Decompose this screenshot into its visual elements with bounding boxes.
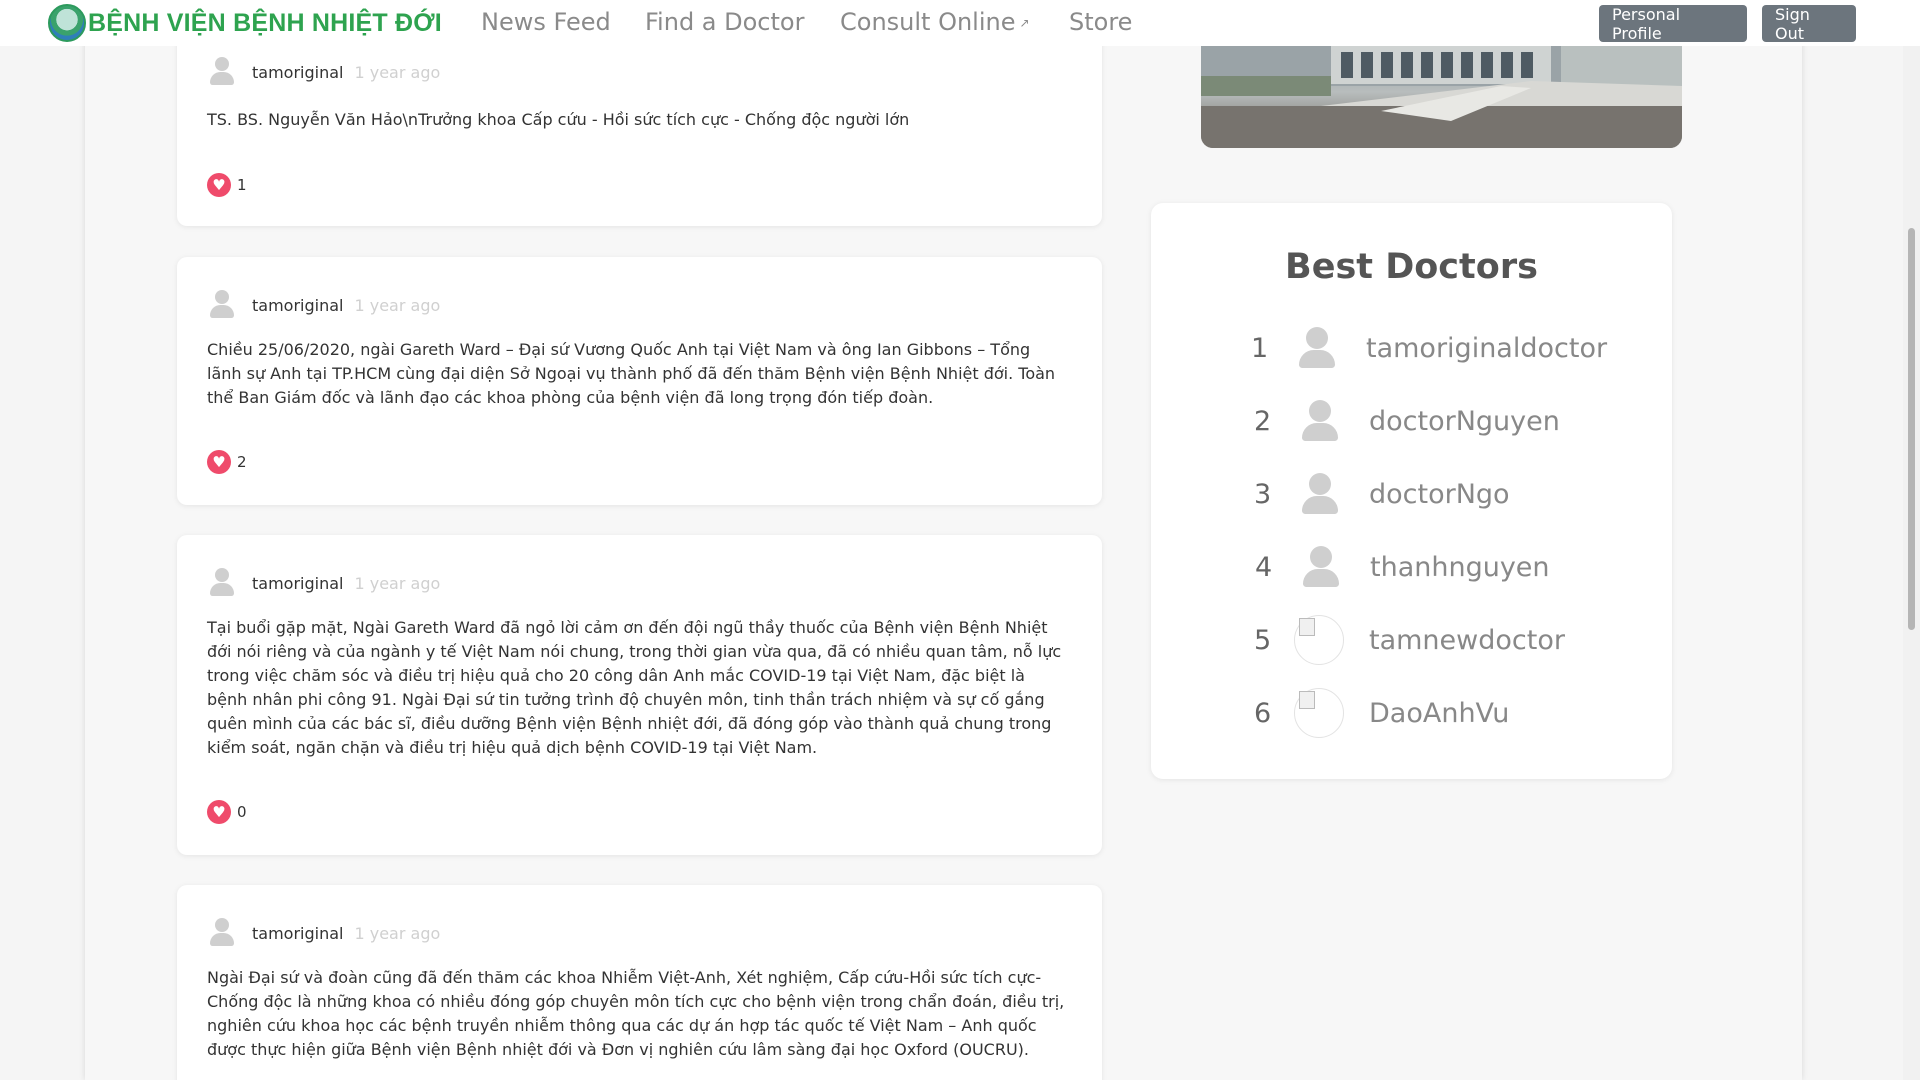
heart-icon[interactable]: ♥ [207,450,231,474]
like-count: 0 [237,803,247,821]
external-link-icon: ↗ [1019,16,1030,30]
personal-profile-button[interactable]: Personal Profile [1599,5,1747,43]
doctor-name[interactable]: tamoriginaldoctor [1366,333,1607,364]
doctor-name[interactable]: tamnewdoctor [1369,625,1565,656]
post-body: Ngài Đại sứ và đoàn cũng đã đến thăm các… [207,968,1065,1059]
top-navbar: BỆNH VIỆN BỆNH NHIỆT ĐỚI News Feed Find … [0,0,1920,46]
nav-find-doctor[interactable]: Find a Doctor [645,8,804,36]
doctor-list-item[interactable]: 2 doctorNguyen [1254,396,1560,446]
user-avatar-icon [210,918,234,948]
scrollbar-thumb[interactable] [1908,228,1915,630]
post-time: 1 year ago [354,923,441,943]
doctor-rank: 2 [1254,405,1272,437]
brand-name: BỆNH VIỆN BỆNH NHIỆT ĐỚI [88,8,442,37]
like-count: 1 [237,176,247,194]
post-author[interactable]: tamoriginal [252,296,343,315]
doctor-name[interactable]: DaoAnhVu [1369,698,1509,729]
hospital-logo-icon [48,4,86,42]
post-body: Tại buổi gặp mặt, Ngài Gareth Ward đã ng… [207,618,1062,757]
post-author[interactable]: tamoriginal [252,924,343,943]
user-avatar-icon [210,57,234,87]
doctor-rank: 1 [1251,332,1269,364]
hospital-building-illustration [1201,46,1682,148]
nav-consult-online-label: Consult Online [840,8,1016,36]
heart-icon[interactable]: ♥ [207,173,231,197]
user-avatar-icon [1294,396,1344,446]
like-count: 2 [237,453,247,471]
doctor-list-item[interactable]: 6 DaoAnhVu [1254,688,1509,738]
post-time: 1 year ago [354,573,441,593]
hospital-photo [1201,46,1682,148]
doctor-rank: 5 [1254,624,1272,656]
post-body: Chiều 25/06/2020, ngài Gareth Ward – Đại… [207,340,1056,407]
doctor-rank: 4 [1255,551,1273,583]
doctor-list-item[interactable]: 3 doctorNgo [1254,469,1510,519]
doctor-rank: 6 [1254,697,1272,729]
post-time: 1 year ago [354,62,441,82]
doctor-list-item[interactable]: 5 tamnewdoctor [1254,615,1565,665]
doctor-list-item[interactable]: 1 tamoriginaldoctor [1251,323,1607,373]
post-author[interactable]: tamoriginal [252,574,343,593]
nav-store[interactable]: Store [1069,8,1132,36]
brand-link[interactable]: BỆNH VIỆN BỆNH NHIỆT ĐỚI [48,3,442,43]
user-avatar-icon [1291,323,1341,373]
doctor-name[interactable]: thanhnguyen [1370,552,1550,583]
post-time: 1 year ago [354,295,441,315]
nav-consult-online[interactable]: Consult Online ↗ [840,8,1030,36]
post-body: TS. BS. Nguyễn Văn Hảo\nTrưởng khoa Cấp … [207,110,910,129]
nav-news-feed[interactable]: News Feed [481,8,611,36]
post-card: tamoriginal 1 year ago Tại buổi gặp mặt,… [177,535,1102,855]
heart-icon[interactable]: ♥ [207,800,231,824]
sign-out-button[interactable]: Sign Out [1762,5,1856,43]
doctor-rank: 3 [1254,478,1272,510]
broken-image-icon [1294,615,1344,665]
best-doctors-panel: Best Doctors 1 tamoriginaldoctor 2 docto… [1151,203,1672,779]
doctor-name[interactable]: doctorNguyen [1369,406,1560,437]
broken-image-icon [1294,688,1344,738]
post-card: tamoriginal 1 year ago Ngài Đại sứ và đo… [177,885,1102,1080]
post-card: tamoriginal 1 year ago TS. BS. Nguyễn Vă… [177,20,1102,226]
doctor-name[interactable]: doctorNgo [1369,479,1510,510]
user-avatar-icon [1294,469,1344,519]
user-avatar-icon [1295,542,1345,592]
user-avatar-icon [210,290,234,320]
doctor-list-item[interactable]: 4 thanhnguyen [1255,542,1550,592]
post-author[interactable]: tamoriginal [252,63,343,82]
best-doctors-title: Best Doctors [1285,247,1538,287]
post-card: tamoriginal 1 year ago Chiều 25/06/2020,… [177,257,1102,505]
user-avatar-icon [210,568,234,598]
